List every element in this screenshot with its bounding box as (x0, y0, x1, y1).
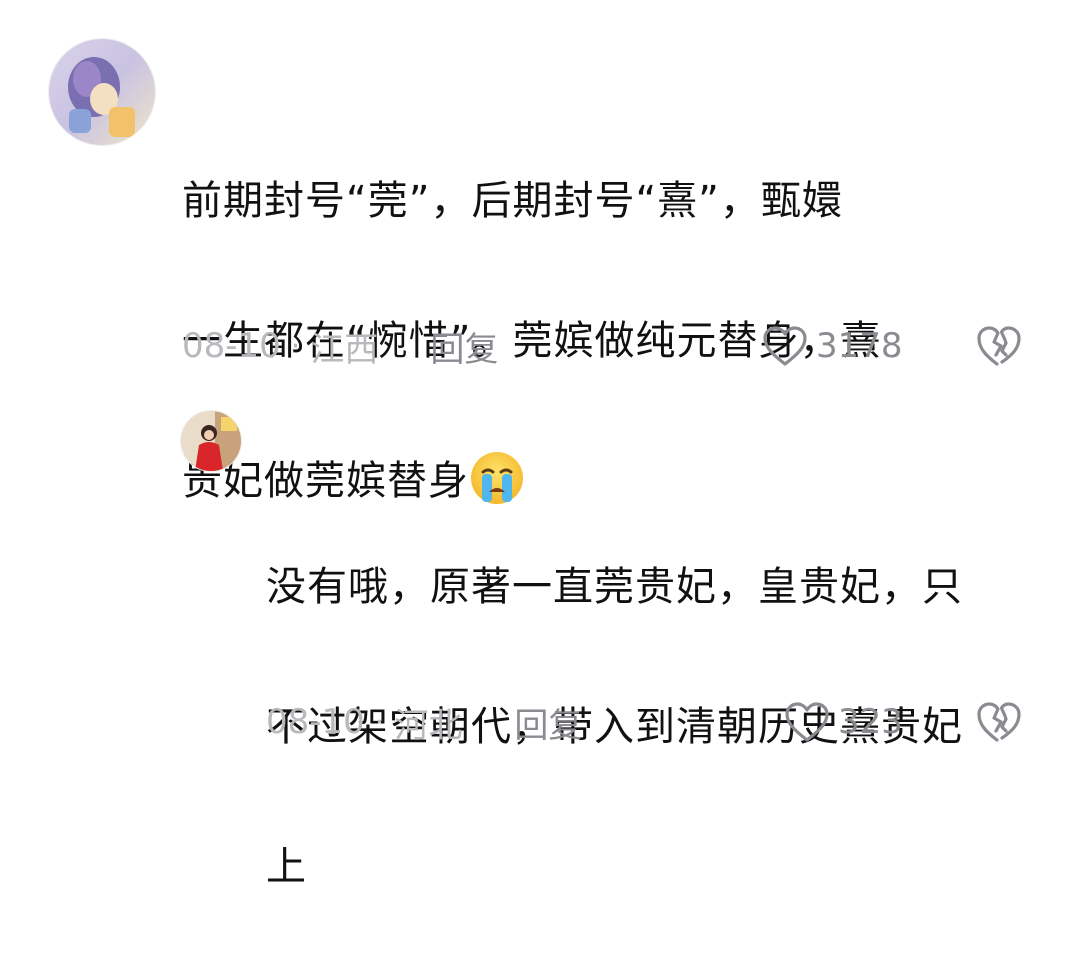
comment-meta: 08-10 · 江西 回复 (182, 322, 498, 371)
reply-text-line: 上 (266, 844, 307, 890)
comment-like-button[interactable]: 3178 (762, 322, 903, 370)
broken-heart-icon (977, 326, 1021, 366)
reply-location: 河北 (394, 705, 463, 746)
broken-heart-icon (977, 702, 1021, 742)
comment-like-count: 3178 (816, 326, 903, 366)
reply-text-line: 没有哦，原著一直莞贵妃，皇贵妃，只 (266, 564, 963, 610)
reply-like-button[interactable]: 323 (784, 698, 903, 746)
comment-dislike-button[interactable] (976, 324, 1022, 368)
meta-separator: · (374, 704, 385, 740)
reply-like-count: 323 (838, 702, 903, 742)
reply-date: 08-10 (266, 702, 365, 742)
heart-icon (763, 326, 807, 366)
comment-location: 江西 (310, 329, 379, 370)
comment-avatar[interactable] (48, 38, 156, 146)
comment-date: 08-10 (182, 326, 281, 366)
reply-avatar[interactable] (180, 410, 242, 472)
comment-text-line: 前期封号“莞”，后期封号“熹”，甄嬛 (182, 178, 843, 224)
reply-reply-button[interactable]: 回复 (514, 698, 582, 747)
reply-meta: 08-10 · 河北 回复 (266, 698, 582, 747)
heart-icon (785, 702, 829, 742)
avatar-image (49, 39, 155, 145)
meta-separator: · (290, 328, 301, 364)
reply-dislike-button[interactable] (976, 700, 1022, 744)
comment-reply-button[interactable]: 回复 (430, 322, 498, 371)
avatar-image (181, 411, 241, 471)
